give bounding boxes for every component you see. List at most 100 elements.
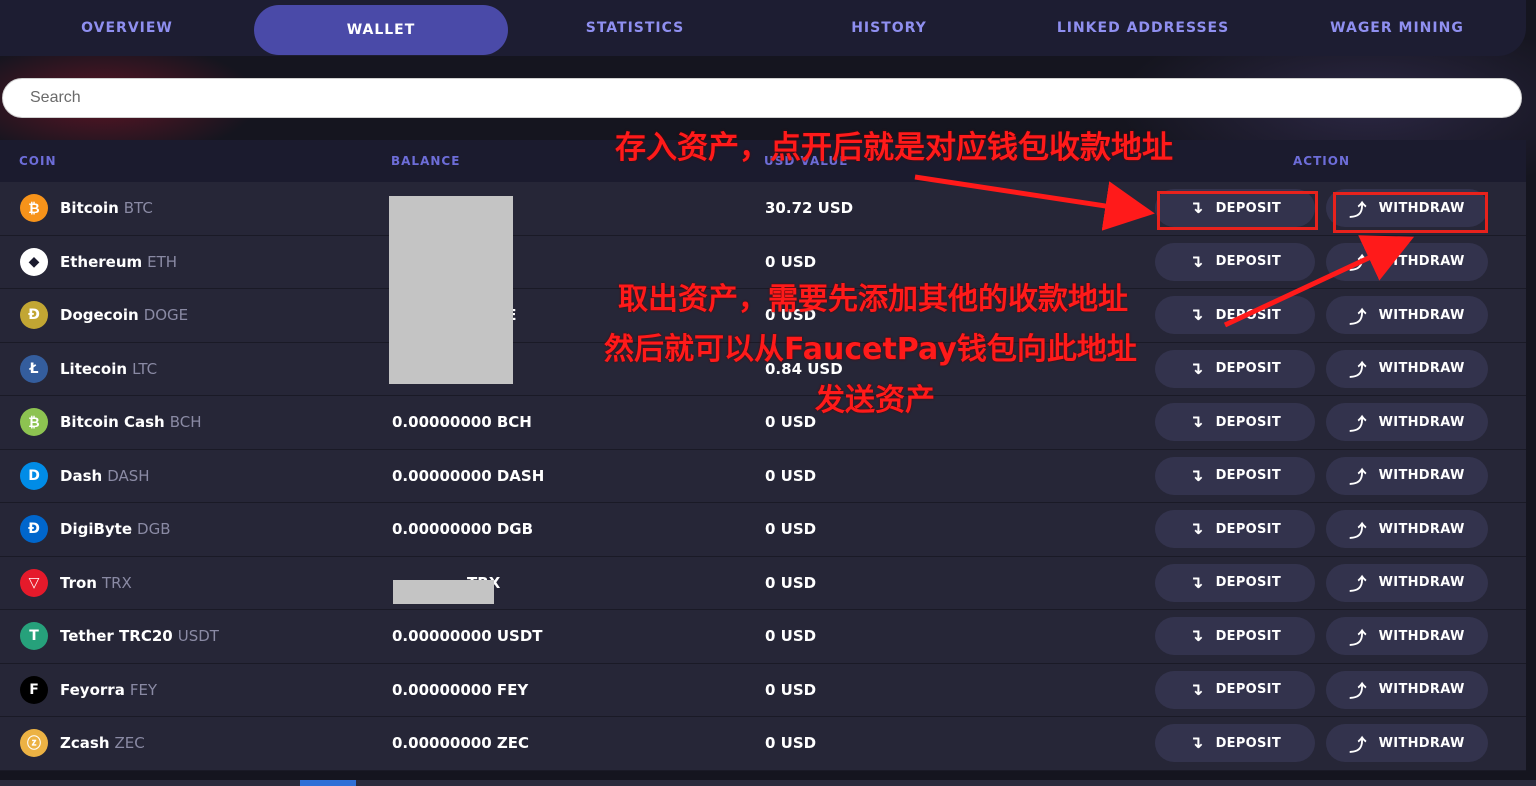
deposit-label: DEPOSIT: [1215, 575, 1281, 591]
deposit-button[interactable]: ↴ DEPOSIT: [1155, 617, 1315, 656]
withdraw-button[interactable]: ⤴ WITHDRAW: [1326, 349, 1488, 388]
withdraw-button[interactable]: ⤴ WITHDRAW: [1326, 403, 1488, 442]
table-row: ₿ Bitcoin Cash BCH 0.00000000 BCH 0 USD …: [0, 396, 1526, 450]
search-input[interactable]: [2, 78, 1522, 118]
coin-cell: ₿ Bitcoin Cash BCH: [0, 408, 372, 437]
coin-symbol: BTC: [123, 199, 153, 218]
coin-cell: ▽ Tron TRX: [0, 568, 372, 597]
withdraw-button[interactable]: ⤴ WITHDRAW: [1326, 617, 1488, 656]
action-cell: ↴ DEPOSIT ⤴ WITHDRAW: [1135, 403, 1526, 442]
usd-value: 0 USD: [765, 680, 817, 699]
tab-statistics[interactable]: STATISTICS: [508, 3, 762, 53]
coin-name: Feyorra: [60, 680, 125, 699]
deposit-arrow-icon: ↴: [1189, 251, 1204, 272]
deposit-label: DEPOSIT: [1215, 254, 1281, 270]
action-cell: ↴ DEPOSIT ⤴ WITHDRAW: [1135, 617, 1526, 656]
deposit-button[interactable]: ↴ DEPOSIT: [1155, 670, 1315, 709]
withdraw-annotation-line2: 然后就可以从FaucetPay钱包向此地址: [604, 332, 1137, 367]
table-row: ⓩ Zcash ZEC 0.00000000 ZEC 0 USD ↴ DEPOS…: [0, 717, 1526, 771]
withdraw-annotation-line3: 发送资产: [815, 383, 935, 418]
deposit-arrow-icon: ↴: [1189, 412, 1204, 433]
coin-cell: Ł Litecoin LTC: [0, 354, 372, 383]
dash-icon: D: [20, 461, 48, 490]
coin-symbol: USDT: [177, 627, 219, 646]
coin-name: Bitcoin: [60, 199, 119, 218]
withdraw-button[interactable]: ⤴ WITHDRAW: [1326, 296, 1488, 335]
balance-value: 0.00000000 USDT: [392, 627, 543, 646]
deposit-label: DEPOSIT: [1215, 307, 1281, 323]
coin-table: COIN BALANCE USD VALUE ACTION ₿ Bitcoin …: [0, 140, 1526, 771]
withdraw-button[interactable]: ⤴ WITHDRAW: [1326, 563, 1488, 602]
withdraw-arrow-icon: ⤴: [1349, 682, 1367, 703]
tab-wager-mining[interactable]: WAGER MINING: [1270, 3, 1524, 53]
deposit-annotation: 存入资产，点开后就是对应钱包收款地址: [615, 130, 1173, 166]
tab-wallet[interactable]: WALLET: [254, 5, 508, 55]
usd-value: 0 USD: [765, 627, 817, 646]
deposit-button[interactable]: ↴ DEPOSIT: [1155, 349, 1315, 388]
coin-symbol: TRX: [101, 573, 132, 592]
deposit-arrow-icon: ↴: [1189, 305, 1204, 326]
withdraw-label: WITHDRAW: [1378, 682, 1465, 698]
withdraw-arrow-icon: ⤴: [1349, 468, 1367, 489]
action-cell: ↴ DEPOSIT ⤴ WITHDRAW: [1135, 242, 1526, 281]
tab-overview[interactable]: OVERVIEW: [0, 3, 254, 53]
withdraw-annotation-line1: 取出资产，需要先添加其他的收款地址: [618, 282, 1128, 317]
bitcoin-cash-icon: ₿: [20, 408, 48, 437]
withdraw-button[interactable]: ⤴ WITHDRAW: [1326, 456, 1488, 495]
balance-cell: 0.00000000 DASH: [372, 450, 745, 503]
withdraw-arrow-icon: ⤴: [1349, 414, 1367, 435]
deposit-button[interactable]: ↴ DEPOSIT: [1155, 563, 1315, 602]
action-cell: ↴ DEPOSIT ⤴ WITHDRAW: [1135, 456, 1526, 495]
withdraw-label: WITHDRAW: [1378, 628, 1465, 644]
coin-name: Ethereum: [60, 252, 143, 271]
coin-symbol: DASH: [107, 466, 150, 485]
wallet-tab-bar: OVERVIEW WALLET STATISTICS HISTORY LINKE…: [0, 0, 1526, 56]
withdraw-arrow-icon: ⤴: [1349, 628, 1367, 649]
deposit-arrow-icon: ↴: [1189, 519, 1204, 540]
action-cell: ↴ DEPOSIT ⤴ WITHDRAW: [1135, 563, 1526, 602]
horizontal-scrollbar-track[interactable]: [0, 780, 1536, 786]
tether-icon: T: [20, 622, 48, 651]
withdraw-arrow-icon: ⤴: [1349, 361, 1367, 382]
deposit-button[interactable]: ↴ DEPOSIT: [1155, 296, 1315, 335]
withdraw-button[interactable]: ⤴ WITHDRAW: [1326, 724, 1488, 763]
withdraw-arrow-icon: ⤴: [1349, 521, 1367, 542]
deposit-button[interactable]: ↴ DEPOSIT: [1155, 403, 1315, 442]
table-row: Đ DigiByte DGB 0.00000000 DGB 0 USD ↴ DE…: [0, 503, 1526, 557]
balance-value: 0.00000000 DASH: [392, 466, 545, 485]
tab-linked-addresses[interactable]: LINKED ADDRESSES: [1016, 3, 1270, 53]
header-action: ACTION: [1293, 154, 1350, 168]
usd-value: 0 USD: [765, 466, 817, 485]
withdraw-highlight-box: [1333, 192, 1488, 233]
redacted-balance-block: [389, 196, 513, 384]
action-cell: ↴ DEPOSIT ⤴ WITHDRAW: [1135, 724, 1526, 763]
ethereum-icon: ◆: [20, 247, 48, 276]
action-cell: ↴ DEPOSIT ⤴ WITHDRAW: [1135, 296, 1526, 335]
withdraw-label: WITHDRAW: [1378, 361, 1465, 377]
table-row: D Dash DASH 0.00000000 DASH 0 USD ↴ DEPO…: [0, 449, 1526, 503]
coin-name: Dash: [60, 466, 103, 485]
deposit-button[interactable]: ↴ DEPOSIT: [1155, 510, 1315, 549]
usd-value: 0 USD: [765, 573, 817, 592]
withdraw-button[interactable]: ⤴ WITHDRAW: [1326, 242, 1488, 281]
tron-icon: ▽: [20, 568, 48, 597]
deposit-button[interactable]: ↴ DEPOSIT: [1155, 724, 1315, 763]
deposit-label: DEPOSIT: [1215, 628, 1281, 644]
action-cell: ↴ DEPOSIT ⤴ WITHDRAW: [1135, 349, 1526, 388]
balance-value: 0.00000000 ZEC: [392, 734, 529, 753]
dogecoin-icon: Ð: [20, 301, 48, 330]
deposit-label: DEPOSIT: [1215, 682, 1281, 698]
withdraw-button[interactable]: ⤴ WITHDRAW: [1326, 670, 1488, 709]
deposit-button[interactable]: ↴ DEPOSIT: [1155, 242, 1315, 281]
deposit-label: DEPOSIT: [1215, 521, 1281, 537]
tab-history[interactable]: HISTORY: [762, 3, 1016, 53]
withdraw-label: WITHDRAW: [1378, 307, 1465, 323]
scrollbar-thumb[interactable]: [300, 780, 356, 786]
withdraw-button[interactable]: ⤴ WITHDRAW: [1326, 510, 1488, 549]
deposit-button[interactable]: ↴ DEPOSIT: [1155, 456, 1315, 495]
table-row: T Tether TRC20 USDT 0.00000000 USDT 0 US…: [0, 610, 1526, 664]
withdraw-arrow-icon: ⤴: [1349, 254, 1367, 275]
coin-name: Tether TRC20: [60, 627, 173, 646]
feyorra-icon: F: [20, 675, 48, 704]
litecoin-icon: Ł: [20, 354, 48, 383]
